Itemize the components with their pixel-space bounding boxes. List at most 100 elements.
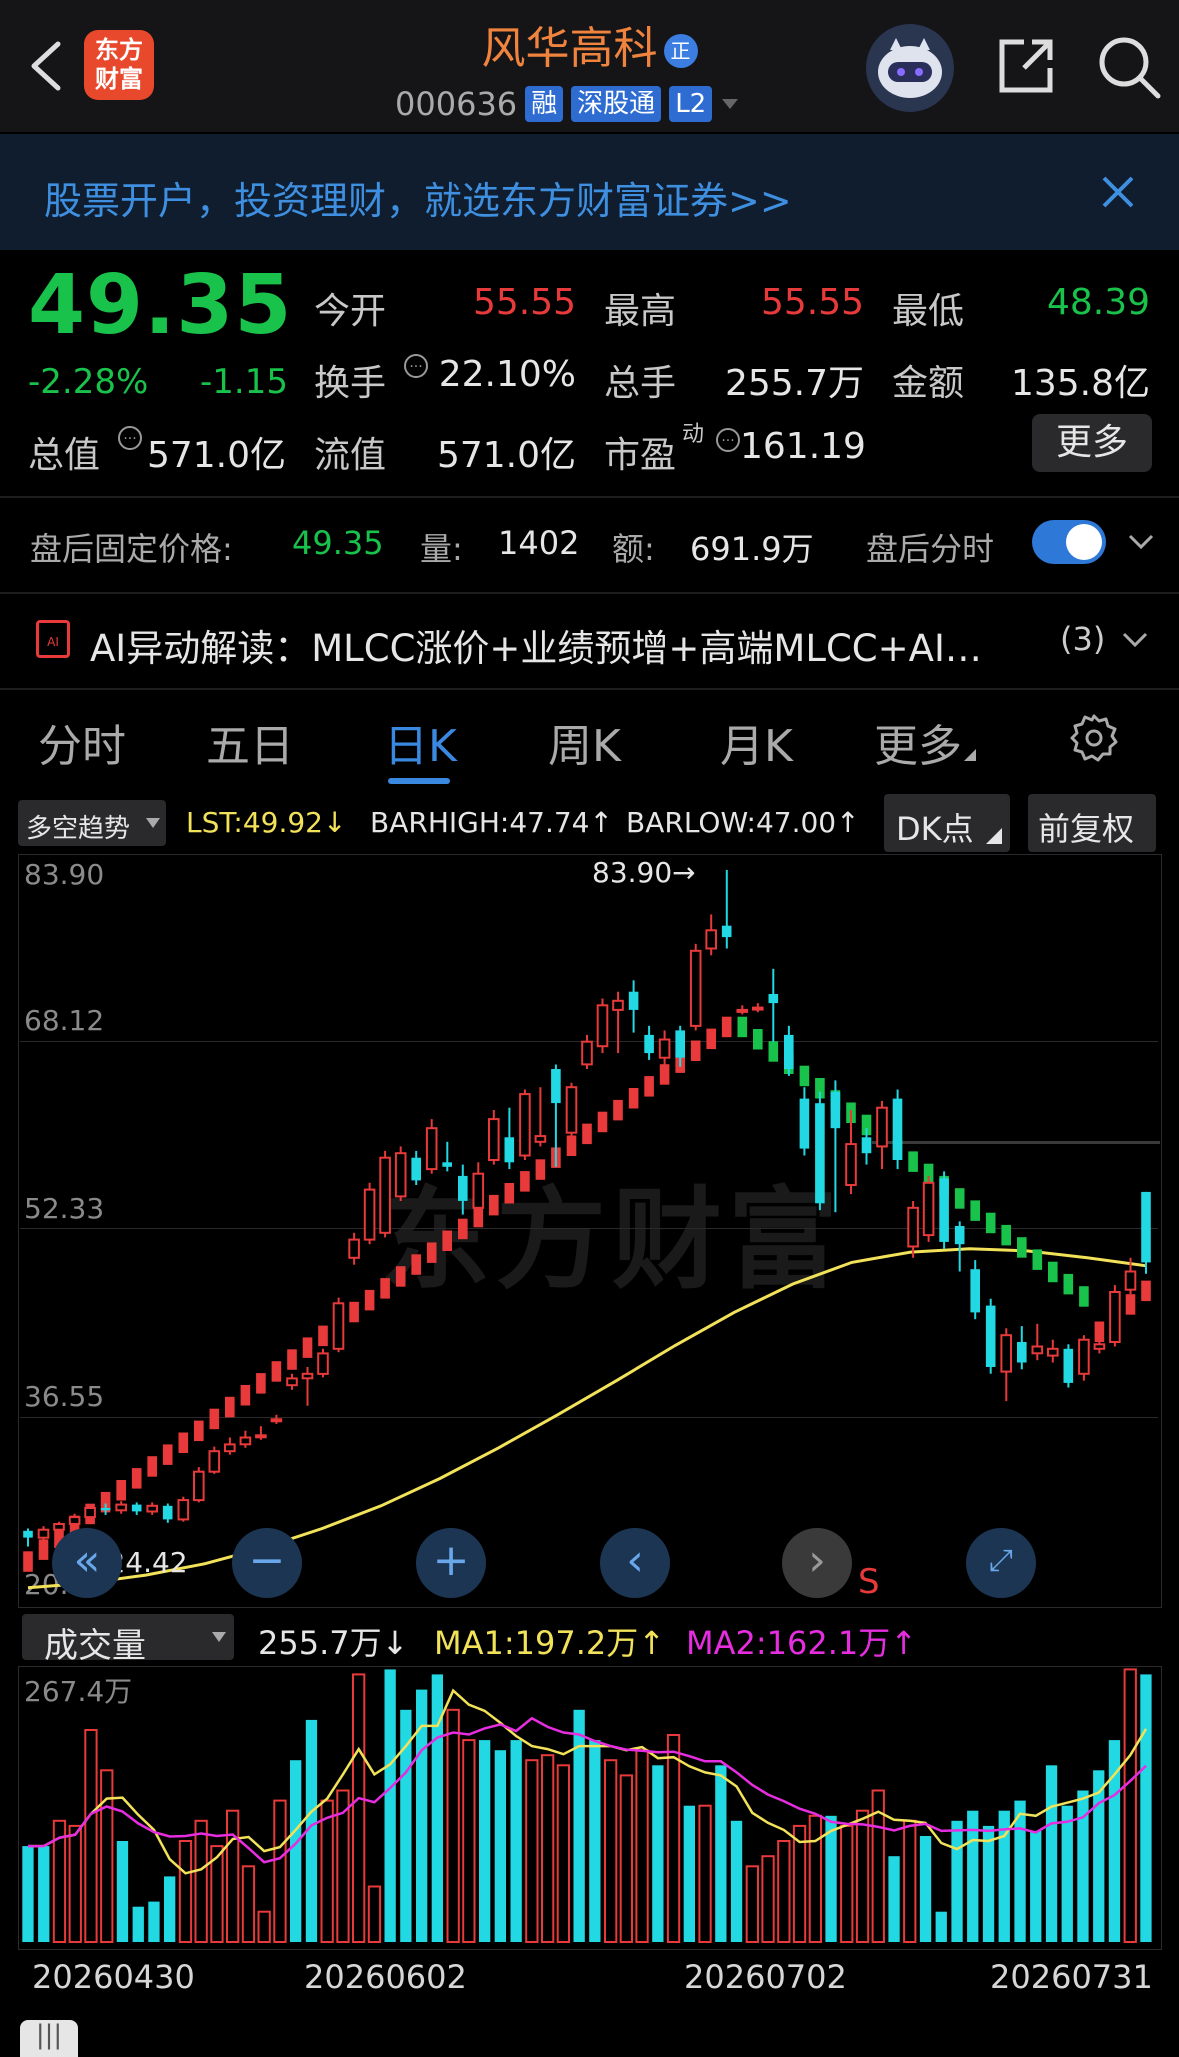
candle-body [628,991,639,1010]
trend-block [411,1254,421,1275]
trend-block [1063,1273,1074,1295]
candle-body [239,1436,252,1446]
candle-body [193,1470,205,1502]
candle-body [1078,1338,1090,1375]
candle-body [146,1504,158,1513]
candle-body [675,1030,685,1058]
scroll-right-button[interactable]: › [782,1528,852,1598]
candle-body [768,994,779,1004]
candle-body [1093,1343,1106,1350]
candle-body [504,1137,515,1163]
volume-chart-frame[interactable] [18,1666,1162,1950]
candle-body [425,1127,438,1171]
trend-block [442,1230,452,1251]
trend-block [566,1135,577,1156]
volume-ma2: MA2:162.1万↑ [686,1624,918,1662]
candle-body [23,1530,33,1538]
candle-body [348,1238,360,1259]
candle-body [954,1226,965,1245]
trend-block [799,1065,810,1087]
trend-block [209,1408,220,1430]
trend-block [753,1029,763,1050]
trend-block [597,1111,608,1133]
candle-body [317,1352,329,1375]
trend-block [116,1480,126,1501]
trend-block [985,1212,996,1234]
candle-body [208,1450,221,1473]
candle-body [830,1091,841,1129]
caret-down-icon [212,1632,226,1642]
candle-body [115,1503,128,1512]
trend-block [520,1171,530,1192]
trend-block [380,1278,390,1299]
trend-block [162,1444,173,1465]
candle-body [534,1135,547,1143]
trend-block [489,1194,499,1216]
trend-block [38,1539,49,1560]
trend-block [458,1218,468,1240]
trend-block [954,1188,965,1209]
candle-body [985,1305,996,1367]
candle-body [1109,1291,1121,1343]
trend-block [908,1151,918,1172]
candle-body [876,1106,888,1148]
candle-body [255,1434,267,1439]
trend-block [194,1420,204,1442]
x-date-label: 20260602 [304,1958,467,1996]
scroll-left-button[interactable]: ‹ [600,1528,670,1598]
volume-indicator-dropdown[interactable]: 成交量 [22,1614,234,1666]
candle-body [270,1418,283,1423]
candle-body [177,1499,190,1521]
zoom-in-button[interactable]: + [416,1528,486,1598]
candle-body [37,1528,50,1539]
trend-block [256,1373,266,1394]
trend-block [1079,1286,1089,1307]
trend-block [1017,1237,1027,1258]
trend-block [706,1028,716,1050]
trend-block [1048,1261,1058,1283]
candle-body [644,1034,654,1054]
trend-block [364,1289,375,1311]
candle-body [442,1162,452,1167]
candle-body [1141,1191,1151,1263]
candle-body [100,1508,111,1511]
candle-body [84,1507,96,1519]
x-date-label: 20260702 [684,1958,847,1996]
fullscreen-icon[interactable]: ⤢ [966,1528,1036,1598]
candle-body [301,1372,314,1380]
candle-body [131,1504,142,1512]
candle-body [939,1178,949,1242]
trend-block [1032,1249,1043,1270]
candle-body [411,1157,421,1181]
candle-body [799,1098,810,1149]
scroll-left-fast-button[interactable]: « [52,1528,122,1598]
candle-body [1017,1342,1027,1363]
candle-body [845,1143,857,1186]
volume-value: 255.7万↓ [258,1624,409,1662]
candle-body [689,949,702,1027]
trend-block [426,1242,437,1263]
trend-block [178,1432,189,1453]
candle-body [394,1152,407,1198]
trend-block [287,1349,297,1370]
candle-body [1124,1270,1137,1291]
zoom-out-button[interactable]: − [232,1528,302,1598]
trend-block [721,1016,732,1038]
candle-body [612,999,624,1011]
candle-body [721,925,732,938]
high-marker: 83.90→ [592,856,696,889]
candle-body [379,1156,391,1234]
candle-body [922,1181,935,1237]
trend-block [349,1301,359,1323]
candle-body [488,1118,500,1161]
candle-body [551,1069,561,1104]
bottom-drawer-handle[interactable]: ||| [20,2020,78,2057]
candle-body [892,1098,903,1160]
trend-block [628,1088,639,1109]
trend-block [1125,1294,1136,1315]
candle-body [565,1086,578,1134]
trend-block [23,1551,33,1572]
candle-body [736,1008,749,1013]
candle-body [784,1034,794,1069]
candle-body [581,1040,593,1066]
